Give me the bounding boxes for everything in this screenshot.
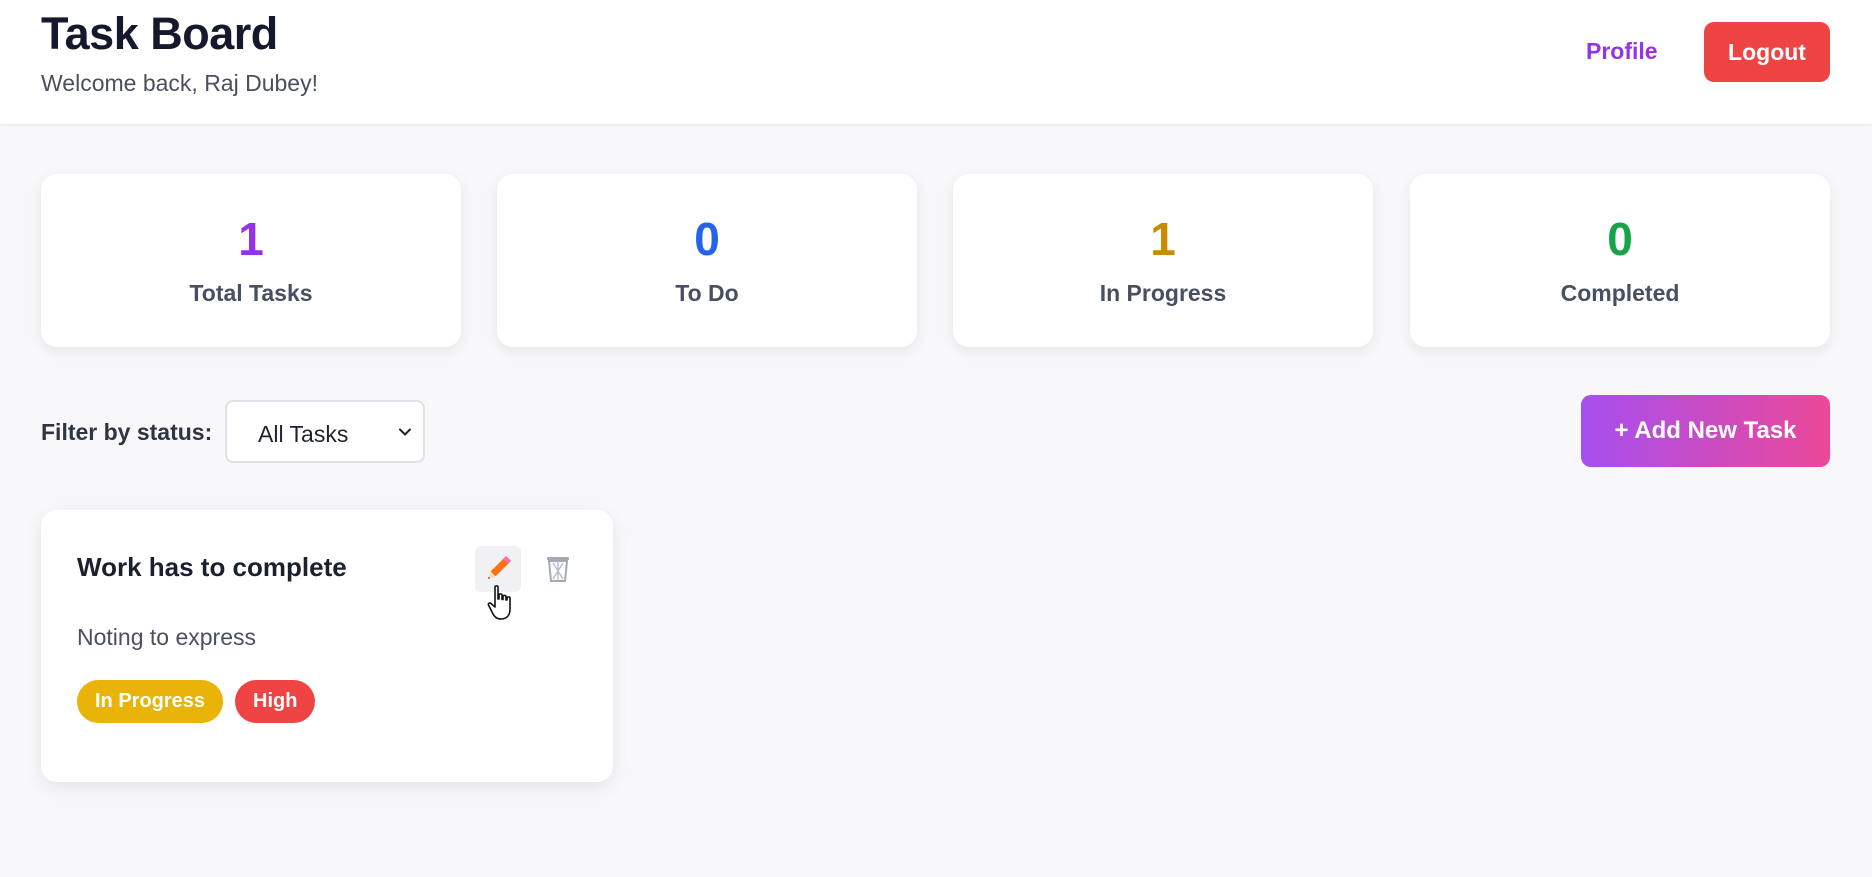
stat-label-todo: To Do [675,280,739,306]
filter-label: Filter by status: [41,419,213,445]
task-card: Work has to complete Noting to express I… [41,510,613,782]
stat-value-todo: 0 [694,213,720,265]
status-filter-select[interactable]: All Tasks [225,400,425,463]
trash-icon [547,557,569,582]
logout-button[interactable]: Logout [1704,22,1830,82]
stat-value-in-progress: 1 [1150,213,1176,265]
welcome-message: Welcome back, Raj Dubey! [41,70,318,96]
stat-label-total: Total Tasks [189,280,313,306]
task-description: Noting to express [77,624,256,650]
status-badge: In Progress [77,680,224,723]
task-title: Work has to complete [77,552,347,582]
add-new-task-button[interactable]: + Add New Task [1581,395,1830,467]
status-filter-value: All Tasks [258,421,349,447]
stat-card-total: 1 Total Tasks [41,174,461,347]
page-title: Task Board [41,8,278,59]
stat-card-in-progress: 1 In Progress [953,174,1373,347]
app-header: Task Board Welcome back, Raj Dubey! Prof… [0,0,1872,124]
stat-card-todo: 0 To Do [497,174,917,347]
stat-label-in-progress: In Progress [1099,280,1227,306]
edit-task-button[interactable] [475,546,521,592]
pencil-icon [488,556,511,579]
stat-card-completed: 0 Completed [1410,174,1830,347]
stat-label-completed: Completed [1560,280,1680,306]
stat-value-total: 1 [238,213,264,265]
chevron-down-icon [399,428,411,436]
stat-value-completed: 0 [1607,213,1633,265]
profile-link[interactable]: Profile [1586,38,1658,65]
delete-task-button[interactable] [538,548,578,590]
priority-badge: High [235,680,316,723]
